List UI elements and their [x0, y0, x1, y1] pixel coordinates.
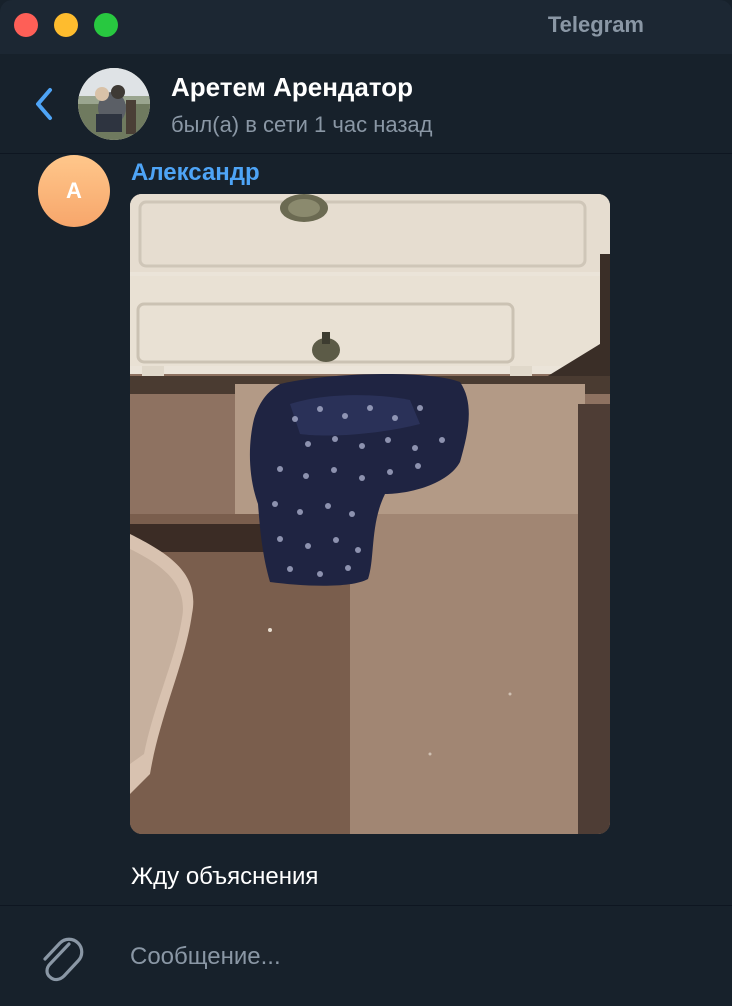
sender-name[interactable]: Александр [131, 159, 260, 187]
contact-avatar[interactable] [78, 68, 150, 140]
maximize-window-button[interactable] [94, 13, 118, 37]
sender-avatar[interactable]: A [38, 155, 110, 227]
attach-button[interactable] [36, 930, 86, 984]
chat-header: Аретем Арендатор был(а) в сети 1 час наз… [0, 54, 732, 154]
sender-initial: A [66, 178, 82, 203]
app-title: Telegram [547, 12, 644, 37]
minimize-window-button[interactable] [54, 13, 78, 37]
photo-image [130, 194, 610, 834]
contact-avatar-photo [78, 68, 150, 140]
message-text: Жду объяснения [131, 863, 319, 890]
contact-status: был(а) в сети 1 час назад [171, 112, 433, 137]
message-list[interactable]: A Александр Жду объяснения [0, 155, 732, 905]
contact-name[interactable]: Аретем Арендатор [171, 72, 413, 103]
message-input[interactable] [130, 934, 690, 980]
chevron-left-icon [36, 88, 52, 120]
close-window-button[interactable] [14, 13, 38, 37]
photo-attachment[interactable] [130, 194, 610, 834]
paperclip-icon [43, 937, 84, 982]
window-titlebar: Telegram [0, 0, 732, 54]
back-button[interactable] [30, 84, 60, 124]
message-composer [0, 905, 732, 1006]
